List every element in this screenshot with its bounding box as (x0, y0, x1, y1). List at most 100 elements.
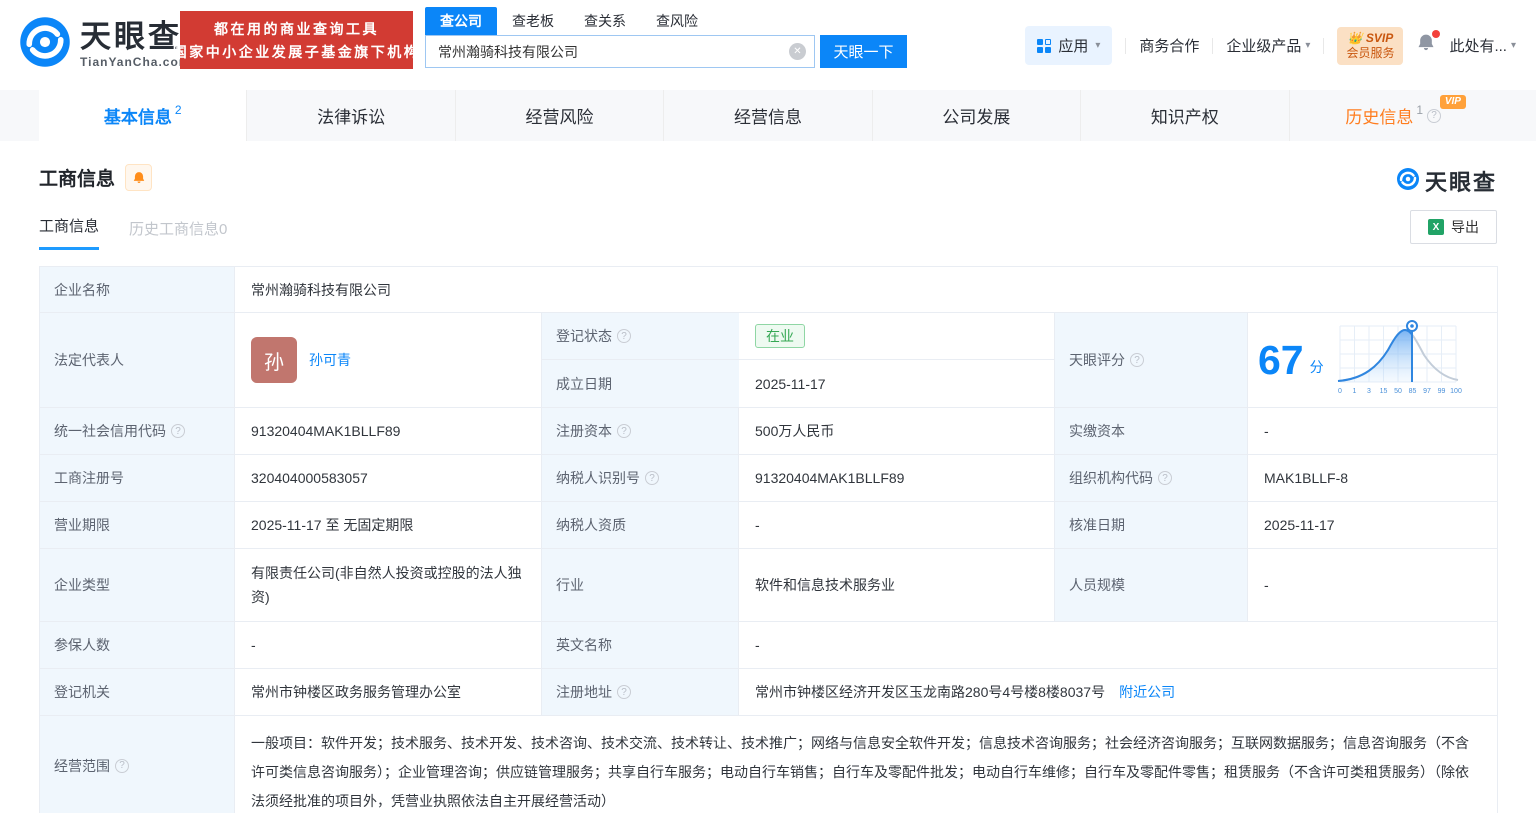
divider (1125, 37, 1127, 54)
business-term-value: 2025-11-17 至 无固定期限 (235, 502, 542, 549)
reg-authority-value: 常州市钟楼区政务服务管理办公室 (235, 669, 542, 716)
industry-value: 软件和信息技术服务业 (739, 549, 1055, 622)
taxpayer-id-value: 91320404MAK1BLLF89 (739, 455, 1055, 502)
export-button[interactable]: X 导出 (1410, 210, 1497, 244)
tab-company-development[interactable]: 公司发展 (871, 90, 1080, 141)
search-area: 查公司 查老板 查关系 查风险 ✕ 天眼一下 (425, 7, 907, 68)
subscribe-bell-button[interactable] (125, 164, 153, 191)
score-axis-ticks: 0 1 3 15 50 85 97 99 100 (1338, 388, 1462, 395)
header-right: 应用 ▾ 商务合作 企业级产品 ▾ 👑 SVIP 会员服务 此处有... ▾ (1025, 26, 1516, 65)
english-name-value: - (739, 622, 1498, 669)
search-input[interactable] (425, 35, 815, 68)
tab-legal-proceedings[interactable]: 法律诉讼 (246, 90, 454, 141)
help-icon[interactable]: ? (1130, 353, 1144, 367)
help-icon[interactable]: ? (645, 471, 659, 485)
subtab-history-business-info[interactable]: 历史工商信息0 (129, 218, 227, 250)
paid-capital-value: - (1248, 408, 1498, 455)
user-menu[interactable]: 此处有... ▾ (1449, 35, 1516, 56)
establish-date-value: 2025-11-17 (739, 360, 1054, 407)
taxpayer-quality-value: - (739, 502, 1055, 549)
company-type-label: 企业类型 (40, 549, 235, 622)
staff-size-value: - (1248, 549, 1498, 622)
enterprise-products-menu[interactable]: 企业级产品 ▾ (1226, 35, 1310, 56)
excel-icon: X (1428, 219, 1444, 235)
tab-legal-proceedings-label: 法律诉讼 (317, 108, 386, 127)
svg-text:99: 99 (1437, 388, 1445, 395)
svg-text:50: 50 (1394, 388, 1402, 395)
tab-history-info[interactable]: VIP 历史信息 1 ? (1288, 90, 1497, 141)
apps-grid-icon (1037, 38, 1052, 53)
company-name-label: 企业名称 (40, 267, 235, 313)
help-icon[interactable]: ? (617, 424, 631, 438)
help-icon[interactable]: ? (617, 329, 631, 343)
promo-banner: 都在用的商业查询工具 国家中小企业发展子基金旗下机构 (173, 11, 418, 69)
insured-value: - (235, 622, 542, 669)
legal-rep-link[interactable]: 孙可青 (309, 350, 351, 370)
legal-rep-avatar[interactable]: 孙 (251, 337, 297, 383)
reg-status-label: 登记状态 ? (542, 313, 739, 360)
help-icon[interactable]: ? (1158, 471, 1172, 485)
status-date-subtable: 登记状态 ? 在业 成立日期 2025-11-17 (542, 313, 1055, 408)
subtab-business-info[interactable]: 工商信息 (39, 215, 100, 250)
reg-address-label: 注册地址? (542, 669, 739, 716)
approval-date-label: 核准日期 (1055, 502, 1248, 549)
tab-operating-info[interactable]: 经营信息 (663, 90, 871, 141)
tianyancha-logo[interactable]: 天眼查 TianYanCha.com (18, 15, 190, 74)
tianyancha-logo-icon (18, 15, 72, 74)
company-nav-tabs: 基本信息 2 法律诉讼 经营风险 经营信息 公司发展 知识产权 VIP 历史信息… (0, 90, 1536, 141)
search-tab-risk[interactable]: 查风险 (641, 7, 713, 35)
tab-intellectual-property[interactable]: 知识产权 (1080, 90, 1288, 141)
business-cooperation-link[interactable]: 商务合作 (1139, 35, 1199, 56)
tab-operating-risk-label: 经营风险 (525, 108, 594, 127)
section-head: 工商信息 天眼查 工商信息 历史工商信息0 X 导出 (39, 141, 1497, 250)
search-tab-boss[interactable]: 查老板 (497, 7, 569, 35)
industry-label: 行业 (542, 549, 739, 622)
reg-capital-value: 500万人民币 (739, 408, 1055, 455)
help-icon[interactable]: ? (115, 758, 129, 773)
org-code-value: MAK1BLLF-8 (1248, 455, 1498, 502)
business-scope-label: 经营范围? (40, 716, 235, 813)
search-tab-relation[interactable]: 查关系 (569, 7, 641, 35)
establish-date-label: 成立日期 (542, 360, 739, 407)
svg-text:85: 85 (1408, 388, 1416, 395)
reg-address-value: 常州市钟楼区经济开发区玉龙南路280号4号楼8楼8037号 附近公司 (739, 669, 1498, 716)
tab-operating-risk[interactable]: 经营风险 (454, 90, 663, 141)
english-name-label: 英文名称 (542, 622, 739, 669)
svg-text:15: 15 (1379, 388, 1387, 395)
legal-rep-label: 法定代表人 (40, 313, 235, 408)
help-icon[interactable]: ? (171, 424, 185, 438)
tab-operating-info-label: 经营信息 (733, 108, 802, 127)
tab-basic-info-label: 基本信息 (103, 108, 172, 127)
business-term-label: 营业期限 (40, 502, 235, 549)
notification-bell-icon[interactable] (1416, 30, 1441, 58)
company-type-value: 有限责任公司(非自然人投资或控股的法人独资) (235, 549, 542, 622)
export-label: 导出 (1451, 219, 1479, 235)
search-button[interactable]: 天眼一下 (820, 35, 907, 68)
reg-number-label: 工商注册号 (40, 455, 235, 502)
help-icon[interactable]: ? (617, 685, 631, 699)
search-tab-company[interactable]: 查公司 (425, 7, 497, 35)
apps-menu[interactable]: 应用 ▾ (1025, 26, 1113, 65)
svg-text:3: 3 (1367, 388, 1371, 395)
insured-label: 参保人数 (40, 622, 235, 669)
reg-address-text: 常州市钟楼区经济开发区玉龙南路280号4号楼8楼8037号 (755, 684, 1106, 700)
user-menu-label: 此处有... (1449, 38, 1507, 55)
chevron-down-icon: ▾ (1095, 40, 1101, 51)
org-code-label: 组织机构代码? (1055, 455, 1248, 502)
nearby-companies-link[interactable]: 附近公司 (1119, 682, 1175, 702)
svip-label: 👑 SVIP (1347, 30, 1394, 45)
score-distribution-chart: 0 1 3 15 50 85 97 99 100 (1337, 320, 1462, 395)
clear-search-icon[interactable]: ✕ (789, 43, 806, 60)
approval-date-value: 2025-11-17 (1248, 502, 1498, 549)
promo-line-2: 国家中小企业发展子基金旗下机构 (172, 43, 421, 60)
credit-code-label: 统一社会信用代码? (40, 408, 235, 455)
tab-basic-info[interactable]: 基本信息 2 (39, 90, 247, 141)
watermark-logo-icon (1396, 167, 1420, 196)
svip-member-button[interactable]: 👑 SVIP 会员服务 (1337, 26, 1404, 65)
svip-service-label: 会员服务 (1346, 45, 1395, 60)
search-tabs: 查公司 查老板 查关系 查风险 (425, 7, 907, 35)
chevron-down-icon: ▾ (1510, 40, 1516, 51)
help-icon[interactable]: ? (1427, 108, 1442, 123)
watermark-logo: 天眼查 (1396, 165, 1497, 197)
search-box: ✕ (425, 35, 815, 68)
